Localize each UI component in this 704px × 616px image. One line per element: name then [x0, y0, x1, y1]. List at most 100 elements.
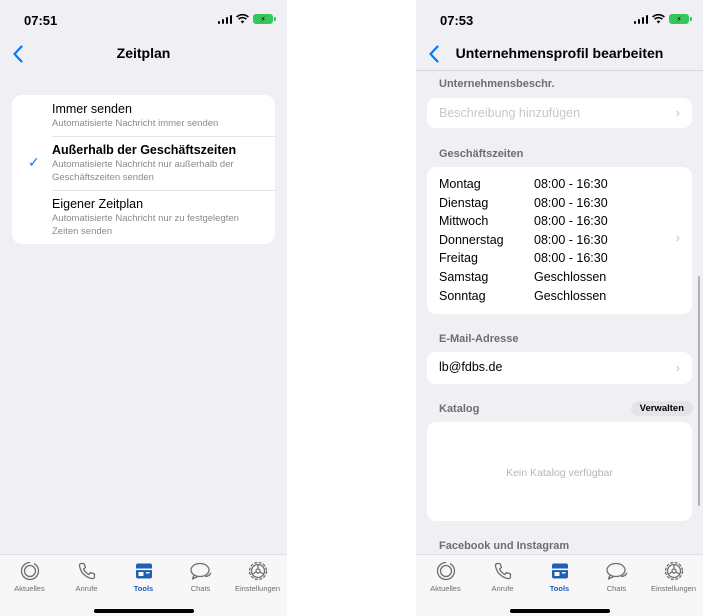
- tab-chats[interactable]: Chats: [172, 561, 229, 593]
- battery-icon: ⚡: [669, 14, 692, 24]
- catalog-section-label: Katalog: [439, 403, 480, 415]
- option-outside-business-hours[interactable]: ✓ Außerhalb der Geschäftszeiten Automati…: [12, 136, 275, 190]
- email-section-label: E-Mail-Adresse: [439, 333, 519, 345]
- chevron-right-icon: ›: [675, 105, 680, 120]
- tab-tools[interactable]: Tools: [115, 561, 172, 593]
- tab-updates[interactable]: Aktuelles: [1, 561, 58, 593]
- business-hours-list: Montag 08:00 - 16:30 Dienstag 08:00 - 16:30…: [439, 175, 680, 305]
- hours-day: Montag: [439, 177, 481, 191]
- scroll-indicator[interactable]: [698, 276, 700, 506]
- profile-scroll-area[interactable]: Unternehmensbeschr. Beschreibung hinzufü…: [416, 70, 703, 554]
- email-field[interactable]: lb@fdbs.de ›: [427, 352, 692, 384]
- manage-catalog-button[interactable]: Verwalten: [630, 401, 693, 416]
- option-always-send[interactable]: Immer senden Automatisierte Nachricht im…: [12, 95, 275, 136]
- hours-day: Sonntag: [439, 288, 486, 303]
- hours-time: 08:00 - 16:30: [534, 195, 608, 210]
- tab-bar: Aktuelles Anrufe Tools Chats Einstellung…: [416, 554, 703, 616]
- hours-day: Freitag: [439, 251, 478, 266]
- wifi-icon: [652, 14, 665, 24]
- hours-row: Mittwoch 08:00 - 16:30: [439, 212, 680, 231]
- option-title: Außerhalb der Geschäftszeiten: [52, 143, 237, 157]
- hours-time: 08:00 - 16:30: [534, 214, 608, 229]
- tab-label: Chats: [606, 584, 627, 593]
- catalog-card: Kein Katalog verfügbar: [427, 422, 692, 521]
- status-time: 07:53: [440, 13, 474, 28]
- navigation-bar: Zeitplan: [0, 38, 287, 70]
- hours-row: Samstag Geschlossen: [439, 268, 680, 287]
- option-description: Automatisierte Nachricht immer senden: [52, 118, 219, 129]
- edit-business-profile-screen: 07:53 ⚡ Unternehmensprofil bearbeiten Un…: [416, 0, 703, 616]
- hours-day: Samstag: [439, 269, 489, 284]
- hours-time: 08:00 - 16:30: [534, 177, 608, 191]
- tools-icon: [551, 563, 568, 579]
- hours-row: Donnerstag 08:00 - 16:30: [439, 231, 680, 250]
- hours-day: Mittwoch: [439, 214, 489, 229]
- battery-icon: ⚡: [253, 14, 276, 24]
- hours-row: Montag 08:00 - 16:30: [439, 175, 680, 194]
- tab-label: Chats: [190, 584, 211, 593]
- tab-label: Tools: [549, 584, 570, 593]
- tab-label: Anrufe: [75, 584, 98, 593]
- description-field[interactable]: Beschreibung hinzufügen ›: [427, 98, 692, 128]
- tab-label: Einstellungen: [234, 584, 281, 593]
- hours-day: Dienstag: [439, 195, 489, 210]
- hours-day: Donnerstag: [439, 232, 504, 247]
- schedule-screen: 07:51 ⚡ Zeitplan Immer senden Automatisi…: [0, 0, 287, 616]
- chevron-right-icon: ›: [675, 360, 680, 375]
- hours-row: Freitag 08:00 - 16:30: [439, 249, 680, 268]
- tab-label: Aktuelles: [14, 584, 45, 593]
- tab-settings[interactable]: Einstellungen: [229, 561, 286, 593]
- status-time: 07:51: [24, 13, 58, 28]
- signal-icon: [217, 14, 232, 24]
- home-indicator: [93, 609, 194, 613]
- hours-row: Sonntag Geschlossen: [439, 287, 680, 306]
- option-description: Automatisierte Nachricht nur zu festgele…: [52, 213, 239, 237]
- hours-time: Geschlossen: [534, 288, 607, 303]
- updates-icon: [436, 561, 455, 581]
- page-title: Unternehmensprofil bearbeiten: [455, 45, 664, 61]
- hours-time: 08:00 - 16:30: [534, 251, 608, 266]
- settings-icon: [248, 561, 267, 581]
- status-icons: ⚡: [217, 14, 276, 24]
- option-title: Immer senden: [52, 102, 132, 116]
- tab-bar: Aktuelles Anrufe Tools Chats Einstellung…: [0, 554, 287, 616]
- wifi-icon: [236, 14, 249, 24]
- tab-label: Anrufe: [491, 584, 514, 593]
- tab-label: Tools: [133, 584, 154, 593]
- schedule-options-list: Immer senden Automatisierte Nachricht im…: [12, 95, 275, 244]
- tools-icon: [135, 563, 152, 579]
- status-icons: ⚡: [633, 14, 692, 24]
- tab-settings[interactable]: Einstellungen: [645, 561, 702, 593]
- tab-updates[interactable]: Aktuelles: [417, 561, 474, 593]
- checkmark-icon: ✓: [28, 154, 40, 170]
- page-title: Zeitplan: [116, 45, 171, 61]
- hours-time: Geschlossen: [534, 269, 607, 284]
- tab-label: Einstellungen: [650, 584, 697, 593]
- status-bar: 07:51 ⚡: [0, 0, 287, 40]
- updates-icon: [20, 561, 39, 581]
- chats-icon: [189, 562, 212, 580]
- description-section-label: Unternehmensbeschr.: [439, 78, 555, 90]
- hours-row: Dienstag 08:00 - 16:30: [439, 194, 680, 213]
- tab-chats[interactable]: Chats: [588, 561, 645, 593]
- tab-calls[interactable]: Anrufe: [58, 561, 115, 593]
- phone-icon: [78, 562, 95, 580]
- status-bar: 07:53 ⚡: [416, 0, 703, 40]
- description-placeholder: Beschreibung hinzufügen: [439, 106, 581, 120]
- home-indicator: [509, 609, 610, 613]
- phone-icon: [494, 562, 511, 580]
- option-custom-schedule[interactable]: Eigener Zeitplan Automatisierte Nachrich…: [12, 190, 275, 244]
- tab-tools[interactable]: Tools: [531, 561, 588, 593]
- settings-icon: [664, 561, 683, 581]
- tab-calls[interactable]: Anrufe: [474, 561, 531, 593]
- catalog-empty-text: Kein Katalog verfügbar: [506, 467, 613, 479]
- chevron-right-icon: ›: [675, 230, 680, 245]
- chats-icon: [605, 562, 628, 580]
- hours-time: 08:00 - 16:30: [534, 232, 608, 247]
- business-hours-section-label: Geschäftszeiten: [439, 148, 524, 160]
- signal-icon: [633, 14, 648, 24]
- business-hours-card[interactable]: Montag 08:00 - 16:30 Dienstag 08:00 - 16:30…: [427, 167, 692, 314]
- social-section-label: Facebook und Instagram: [439, 540, 570, 552]
- tab-label: Aktuelles: [430, 584, 461, 593]
- navigation-bar: Unternehmensprofil bearbeiten: [416, 38, 703, 70]
